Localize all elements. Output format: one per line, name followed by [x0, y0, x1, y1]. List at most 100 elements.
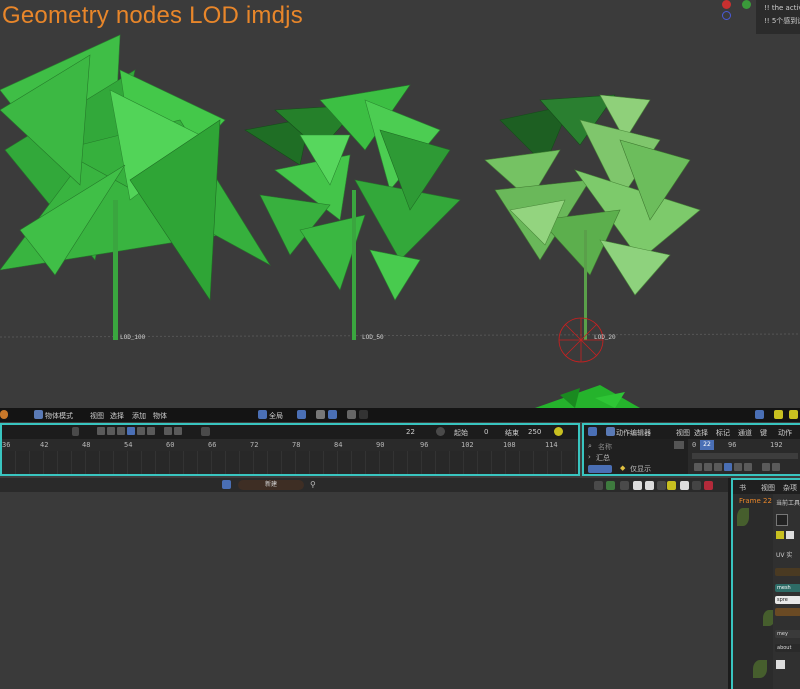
menu-view[interactable]: 视图: [676, 428, 690, 438]
new-datablock-button[interactable]: 新建: [238, 480, 304, 490]
sync-icon[interactable]: [554, 427, 563, 436]
orientation-icon[interactable]: [258, 410, 267, 419]
menu-marker[interactable]: 标记: [716, 428, 730, 438]
prev-key-icon[interactable]: [704, 463, 712, 471]
about-button[interactable]: about: [775, 644, 800, 652]
menu-view[interactable]: 视图: [90, 411, 104, 421]
overlay-icon[interactable]: [755, 410, 764, 419]
next-key-icon[interactable]: [137, 427, 145, 435]
jump-end-icon[interactable]: [744, 463, 752, 471]
node-editor-header: 新建 ⚲: [0, 478, 728, 492]
editor-type-icon[interactable]: [222, 480, 231, 489]
mode-dropdown[interactable]: 物体模式: [45, 411, 73, 421]
toggle-icon[interactable]: [692, 481, 701, 490]
jump-end-icon[interactable]: [147, 427, 155, 435]
menu-action[interactable]: 动作: [778, 428, 792, 438]
tab-view[interactable]: 视图: [761, 483, 775, 493]
magnet-icon[interactable]: [316, 410, 325, 419]
record-icon[interactable]: [72, 427, 79, 436]
pivot-icon[interactable]: [297, 410, 306, 419]
play-reverse-icon[interactable]: [117, 427, 125, 435]
menu-add[interactable]: 添加: [132, 411, 146, 421]
jump-start-icon[interactable]: [694, 463, 702, 471]
prev-keyframe-icon[interactable]: [762, 463, 770, 471]
tab-book[interactable]: 书: [739, 483, 746, 493]
keyframe-icon: ◆: [620, 464, 626, 472]
gizmo-y-icon[interactable]: [742, 0, 751, 9]
dopesheet-editor[interactable]: 动作编辑器 视图 选择 标记 通道 键 动作 ⌕ 名称 › 汇总 ◆ 仅显示 0…: [582, 423, 800, 476]
keyframe-region[interactable]: 0 22 96 192: [688, 439, 800, 474]
channel-search-input[interactable]: 名称: [598, 442, 612, 452]
mode-dropdown[interactable]: 动作编辑器: [616, 428, 651, 438]
end-frame-field[interactable]: 250: [528, 428, 541, 436]
toggle-icon[interactable]: [633, 481, 642, 490]
auto-key-icon[interactable]: [201, 427, 210, 436]
play-reverse-icon[interactable]: [714, 463, 722, 471]
toggle-icon[interactable]: [620, 481, 629, 490]
current-frame-field[interactable]: 22: [406, 428, 415, 436]
color-swatch-icon[interactable]: [704, 481, 713, 490]
falloff-icon[interactable]: [359, 410, 368, 419]
menu-object[interactable]: 物体: [153, 411, 167, 421]
editor-type-icon[interactable]: [0, 410, 8, 419]
menu-channel[interactable]: 通道: [738, 428, 752, 438]
timeline-editor[interactable]: 22 起始 0 结束 250 36 42 48 54 60 66 72 78 8…: [0, 423, 580, 476]
transform-orientation[interactable]: 全局: [269, 411, 283, 421]
editor-type-icon[interactable]: [588, 427, 597, 436]
pin-icon[interactable]: ⚲: [310, 480, 316, 489]
shading-icon[interactable]: [789, 410, 798, 419]
prev-key-icon[interactable]: [107, 427, 115, 435]
mesh-button[interactable]: mesh: [775, 584, 800, 592]
toggle-icon[interactable]: [594, 481, 603, 490]
tick-label: 90: [376, 441, 385, 449]
tick-label: 48: [82, 441, 91, 449]
timeline-track-area[interactable]: [2, 451, 578, 474]
tick-label: 114: [545, 441, 558, 449]
layer-icon[interactable]: [588, 465, 612, 473]
tab-misc[interactable]: 杂项: [783, 483, 797, 493]
next-keyframe-icon[interactable]: [174, 427, 182, 435]
expand-arrow-icon[interactable]: ›: [588, 453, 591, 461]
start-frame-field[interactable]: 0: [484, 428, 488, 436]
panel-button[interactable]: [775, 568, 800, 576]
toggle-icon[interactable]: [776, 531, 784, 539]
prev-keyframe-icon[interactable]: [164, 427, 172, 435]
toggle-icon[interactable]: [667, 481, 676, 490]
3d-viewport[interactable]: Geometry nodes LOD imdjs !! the active o…: [0, 0, 800, 408]
toggle-icon[interactable]: [645, 481, 654, 490]
menu-select[interactable]: 选择: [110, 411, 124, 421]
channel-summary[interactable]: 汇总: [596, 453, 610, 463]
spread-button[interactable]: spre: [775, 596, 800, 604]
only-show-selected[interactable]: 仅显示: [630, 464, 651, 474]
toggle-icon[interactable]: [680, 481, 689, 490]
brush-icon[interactable]: [657, 481, 666, 490]
menu-select[interactable]: 选择: [694, 428, 708, 438]
tick-label: 102: [461, 441, 474, 449]
timeline-ruler[interactable]: 36 42 48 54 60 66 72 78 84 90 96 102 108…: [2, 439, 578, 451]
circle-icon[interactable]: [347, 410, 356, 419]
node-editor[interactable]: [0, 478, 728, 689]
mode-icon[interactable]: [606, 427, 615, 436]
gizmo-x-icon[interactable]: [722, 0, 731, 9]
mey-button[interactable]: mey: [775, 630, 800, 638]
play-icon[interactable]: [127, 427, 135, 435]
brush-icon[interactable]: [776, 660, 785, 669]
toggle-icon[interactable]: [786, 531, 794, 539]
playhead-frame[interactable]: 22: [700, 440, 714, 450]
gizmo-z-icon[interactable]: [722, 11, 731, 20]
toggle-icon[interactable]: [606, 481, 615, 490]
next-key-icon[interactable]: [734, 463, 742, 471]
tool-icon[interactable]: [776, 514, 788, 526]
clock-icon: [436, 427, 445, 436]
filter-icon[interactable]: [674, 441, 684, 449]
play-icon[interactable]: [724, 463, 732, 471]
jump-start-icon[interactable]: [97, 427, 105, 435]
tool-settings: 当前工具 UV 实 mesh spre mey about: [773, 494, 800, 689]
snap-target-icon[interactable]: [328, 410, 337, 419]
gizmo-toggle-icon[interactable]: [774, 410, 783, 419]
mode-icon[interactable]: [34, 410, 43, 419]
next-keyframe-icon[interactable]: [772, 463, 780, 471]
tick-label: 96: [420, 441, 429, 449]
panel-button[interactable]: [775, 608, 800, 616]
menu-key[interactable]: 键: [760, 428, 767, 438]
